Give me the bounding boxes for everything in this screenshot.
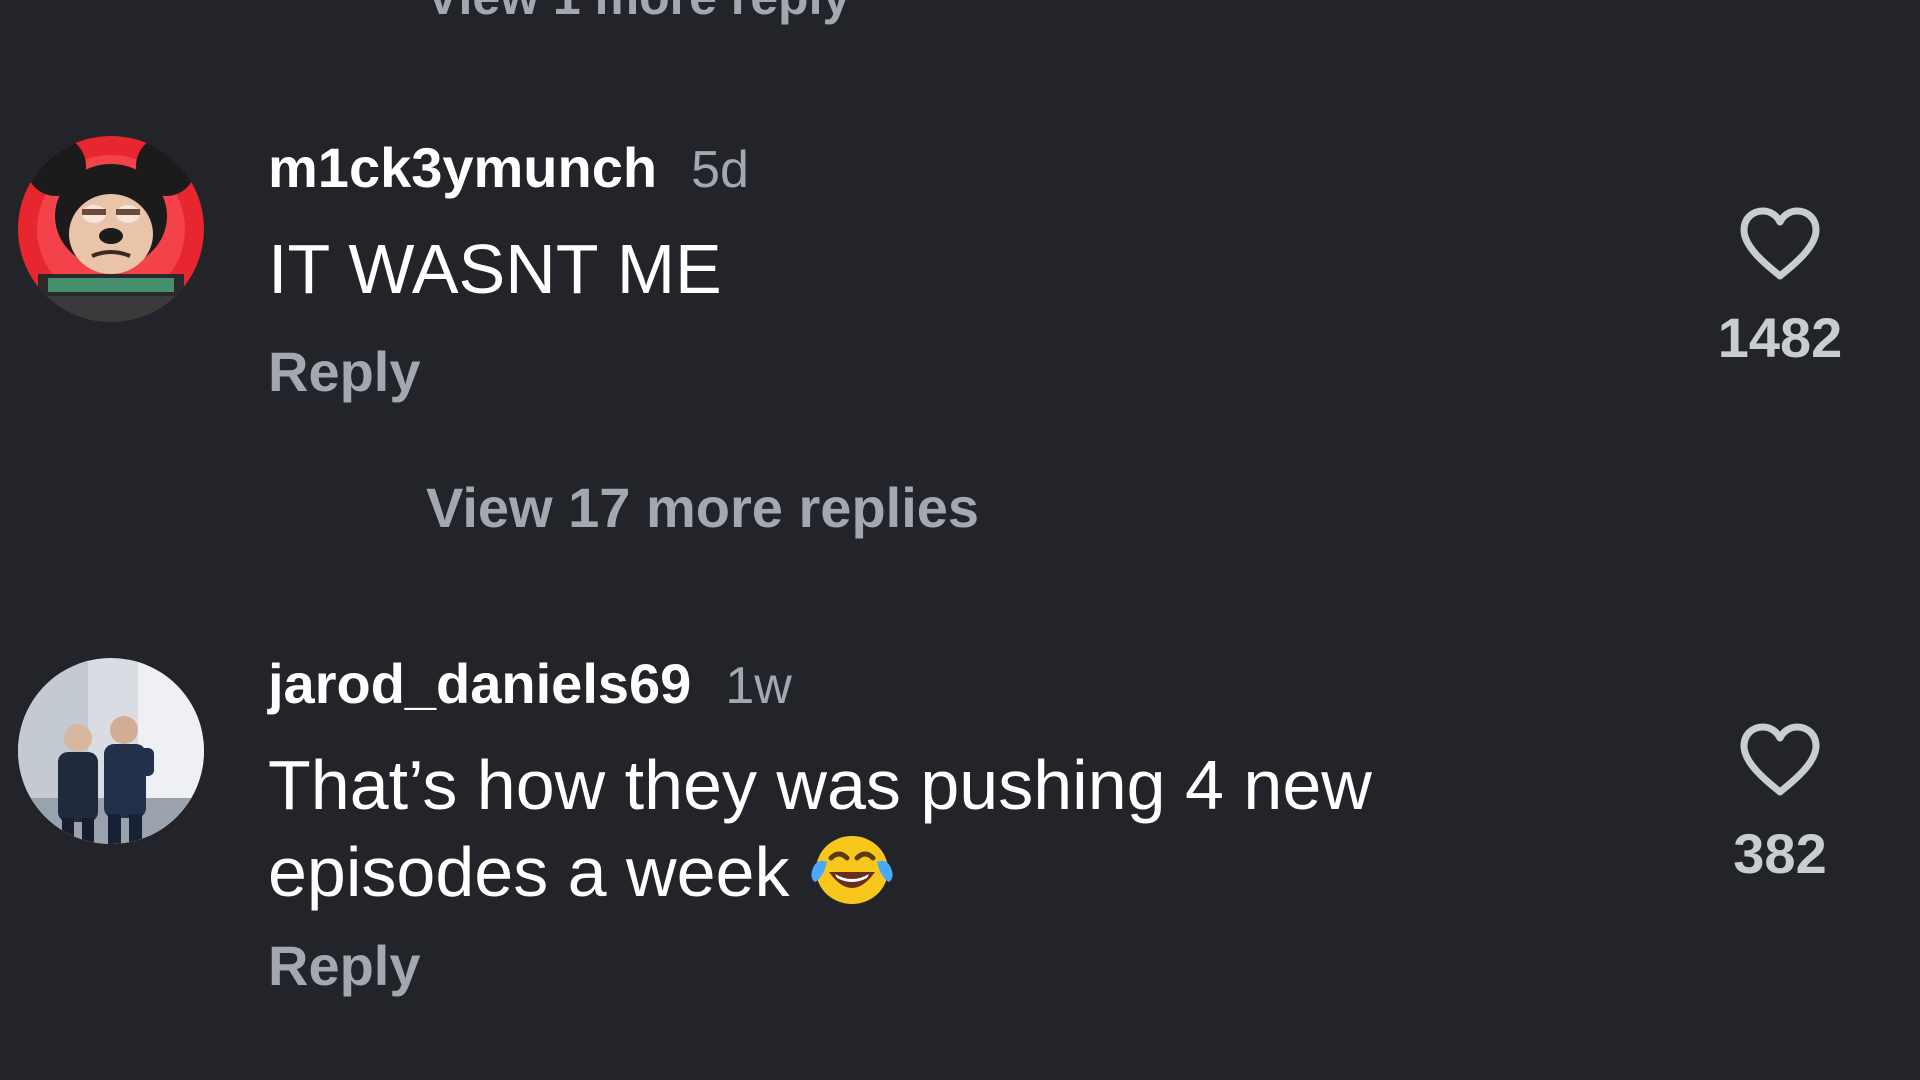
username[interactable]: jarod_daniels69 — [268, 652, 691, 715]
mickey-avatar-icon — [18, 136, 204, 322]
reply-button[interactable]: Reply — [268, 938, 421, 994]
like-count: 382 — [1733, 822, 1827, 885]
two-men-photo-avatar-icon — [18, 658, 204, 844]
like-button[interactable]: 382 — [1700, 722, 1860, 882]
heart-icon — [1740, 207, 1820, 280]
comment-text-line: That’s how they was pushing 4 new — [268, 746, 1372, 824]
like-count: 1482 — [1717, 306, 1843, 369]
heart-icon — [1740, 723, 1820, 796]
comment-header: jarod_daniels69 1w — [268, 656, 792, 715]
comment-text-line: episodes a week — [268, 833, 790, 911]
previous-view-more-replies-link[interactable]: View 1 more reply — [426, 0, 850, 22]
avatar[interactable] — [18, 658, 204, 844]
comment-text: IT WASNT ME — [268, 230, 722, 308]
comment-header: m1ck3ymunch 5d — [268, 140, 749, 199]
username[interactable]: m1ck3ymunch — [268, 136, 657, 199]
comment-timestamp: 5d — [691, 141, 749, 199]
comment-timestamp: 1w — [725, 657, 792, 715]
reply-button[interactable]: Reply — [268, 344, 421, 400]
face-with-tears-of-joy-icon — [811, 836, 893, 904]
view-more-replies-link[interactable]: View 17 more replies — [426, 480, 979, 536]
avatar[interactable] — [18, 136, 204, 322]
comment-text: That’s how they was pushing 4 new episod… — [268, 742, 1372, 915]
like-button[interactable]: 1482 — [1700, 206, 1860, 366]
